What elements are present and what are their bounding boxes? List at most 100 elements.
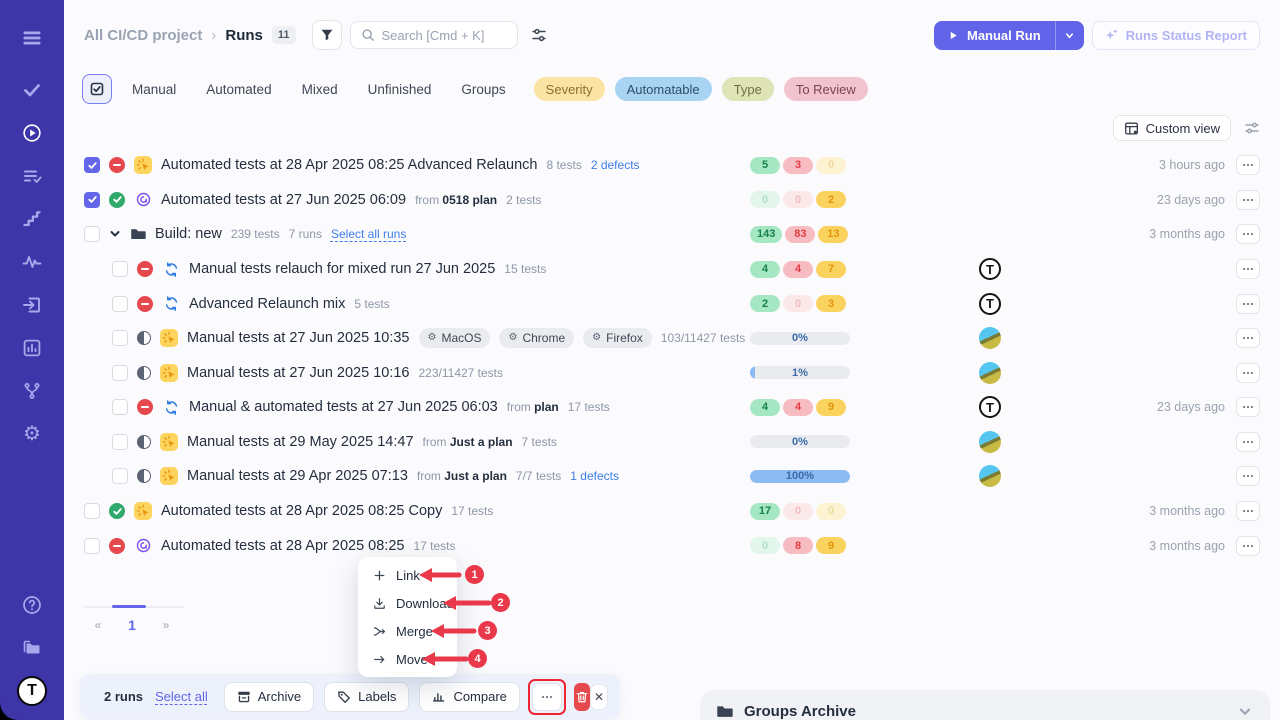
filter-pill-to-review[interactable]: To Review — [784, 77, 868, 101]
row-checkbox[interactable] — [112, 365, 128, 381]
row-more-button[interactable] — [1236, 294, 1260, 314]
tab-mixed[interactable]: Mixed — [302, 82, 338, 97]
bulk-more-button[interactable] — [532, 683, 562, 711]
sidebar-item-steps-icon[interactable] — [15, 202, 49, 236]
page-prev-button[interactable]: « — [86, 618, 110, 632]
row-checkbox[interactable] — [112, 296, 128, 312]
scroll-thumb[interactable] — [112, 605, 146, 608]
menu-item-download[interactable]: Download — [358, 589, 457, 617]
runs-status-report-button[interactable]: Runs Status Report — [1092, 21, 1260, 50]
sidebar-item-runs-play-icon[interactable] — [15, 116, 49, 150]
status-blocked-icon — [137, 296, 153, 312]
run-title[interactable]: Automated tests at 27 Jun 2025 06:09 — [161, 192, 406, 208]
sidebar-item-help-icon[interactable] — [15, 588, 49, 622]
search-input[interactable] — [382, 28, 507, 43]
row-checkbox[interactable] — [84, 226, 100, 242]
row-more-button[interactable] — [1236, 363, 1260, 383]
sidebar-item-projects-folder-icon[interactable] — [15, 631, 49, 665]
run-stats: 0% — [750, 435, 855, 448]
row-more-button[interactable] — [1236, 259, 1260, 279]
select-visible-button[interactable] — [82, 74, 112, 104]
run-title[interactable]: Manual tests at 29 Apr 2025 07:13 — [187, 468, 408, 484]
row-checkbox[interactable] — [112, 330, 128, 346]
run-title[interactable]: Build: new — [155, 226, 222, 242]
row-checkbox[interactable] — [112, 261, 128, 277]
row-checkbox[interactable] — [112, 399, 128, 415]
filter-funnel-button[interactable] — [312, 20, 342, 50]
run-link[interactable]: Select all runs — [331, 227, 406, 241]
bulk-button-label: Labels — [358, 689, 396, 704]
user-avatar[interactable] — [979, 465, 1001, 487]
sidebar-item-pulse-icon[interactable] — [15, 245, 49, 279]
row-checkbox[interactable] — [112, 468, 128, 484]
custom-view-button[interactable]: Custom view — [1113, 115, 1231, 141]
search-box[interactable] — [350, 21, 518, 49]
sidebar-item-menu-icon[interactable] — [15, 21, 49, 55]
filter-row: Manual Automated Mixed Unfinished Groups Sev… — [64, 70, 1280, 108]
sidebar-item-logo-t-icon[interactable]: T — [15, 674, 49, 708]
filter-pill-type[interactable]: Type — [722, 77, 774, 101]
run-title[interactable]: Automated tests at 28 Apr 2025 08:25 Cop… — [161, 503, 442, 519]
sidebar-item-import-icon[interactable] — [15, 288, 49, 322]
row-more-button[interactable] — [1236, 466, 1260, 486]
search-settings-icon[interactable] — [531, 27, 547, 43]
sidebar-item-tests-check-icon[interactable] — [15, 73, 49, 107]
archive-button[interactable]: Archive — [224, 682, 314, 712]
row-more-button[interactable] — [1236, 328, 1260, 348]
run-link[interactable]: 1 defects — [570, 469, 619, 483]
row-more-button[interactable] — [1236, 224, 1260, 244]
run-title[interactable]: Automated tests at 28 Apr 2025 08:25 — [161, 538, 404, 554]
row-more-button[interactable] — [1236, 432, 1260, 452]
run-title[interactable]: Manual tests at 27 Jun 2025 10:16 — [187, 365, 410, 381]
row-more-button[interactable] — [1236, 190, 1260, 210]
sidebar-item-settings-gear-icon[interactable]: ⚙ — [15, 417, 49, 451]
menu-item-merge[interactable]: Merge — [358, 617, 457, 645]
groups-archive-panel[interactable]: Groups Archive — [700, 690, 1270, 720]
row-more-button[interactable] — [1236, 397, 1260, 417]
filter-pill-automatable[interactable]: Automatable — [615, 77, 712, 101]
close-action-bar-button[interactable]: ✕ — [590, 684, 608, 710]
run-title[interactable]: Manual tests relauch for mixed run 27 Ju… — [189, 261, 495, 277]
manual-run-button[interactable]: Manual Run — [934, 28, 1055, 43]
page-current[interactable]: 1 — [120, 617, 144, 633]
menu-item-move[interactable]: Move — [358, 645, 457, 673]
sidebar-item-analytics-icon[interactable] — [15, 331, 49, 365]
row-more-button[interactable] — [1236, 501, 1260, 521]
row-more-button[interactable] — [1236, 536, 1260, 556]
row-more-button[interactable] — [1236, 155, 1260, 175]
run-title[interactable]: Advanced Relaunch mix — [189, 296, 345, 312]
sidebar-item-workflow-branch-icon[interactable] — [15, 374, 49, 408]
chevron-down-icon[interactable] — [109, 228, 121, 240]
menu-item-link[interactable]: Link — [358, 561, 457, 589]
filter-pill-severity[interactable]: Severity — [534, 77, 605, 101]
page-next-button[interactable]: » — [154, 618, 178, 632]
tab-automated[interactable]: Automated — [206, 82, 271, 97]
row-checkbox[interactable] — [84, 157, 100, 173]
tab-groups[interactable]: Groups — [461, 82, 505, 97]
select-all-link[interactable]: Select all — [155, 689, 208, 704]
view-settings-icon[interactable] — [1244, 120, 1260, 136]
tab-unfinished[interactable]: Unfinished — [368, 82, 432, 97]
compare-button[interactable]: Compare — [419, 682, 519, 712]
row-checkbox[interactable] — [84, 503, 100, 519]
trash-icon — [575, 690, 589, 704]
row-checkbox[interactable] — [84, 192, 100, 208]
breadcrumb-project[interactable]: All CI/CD project — [84, 27, 202, 44]
bulk-delete-button[interactable] — [574, 683, 590, 711]
runs-table: Automated tests at 28 Apr 2025 08:25 Adv… — [64, 148, 1280, 563]
dots-icon — [1241, 331, 1255, 345]
run-title[interactable]: Manual tests at 27 Jun 2025 10:35 — [187, 330, 410, 346]
row-checkbox[interactable] — [84, 538, 100, 554]
tab-manual[interactable]: Manual — [132, 82, 176, 97]
run-title[interactable]: Manual & automated tests at 27 Jun 2025 … — [189, 399, 498, 415]
user-avatar[interactable] — [979, 327, 1001, 349]
run-title[interactable]: Manual tests at 29 May 2025 14:47 — [187, 434, 414, 450]
labels-button[interactable]: Labels — [324, 682, 409, 712]
manual-run-dropdown-button[interactable] — [1056, 21, 1084, 50]
row-checkbox[interactable] — [112, 434, 128, 450]
user-avatar[interactable] — [979, 431, 1001, 453]
run-title[interactable]: Automated tests at 28 Apr 2025 08:25 Adv… — [161, 157, 537, 173]
run-link[interactable]: 2 defects — [591, 158, 640, 172]
user-avatar[interactable] — [979, 362, 1001, 384]
sidebar-item-plans-list-icon[interactable] — [15, 159, 49, 193]
